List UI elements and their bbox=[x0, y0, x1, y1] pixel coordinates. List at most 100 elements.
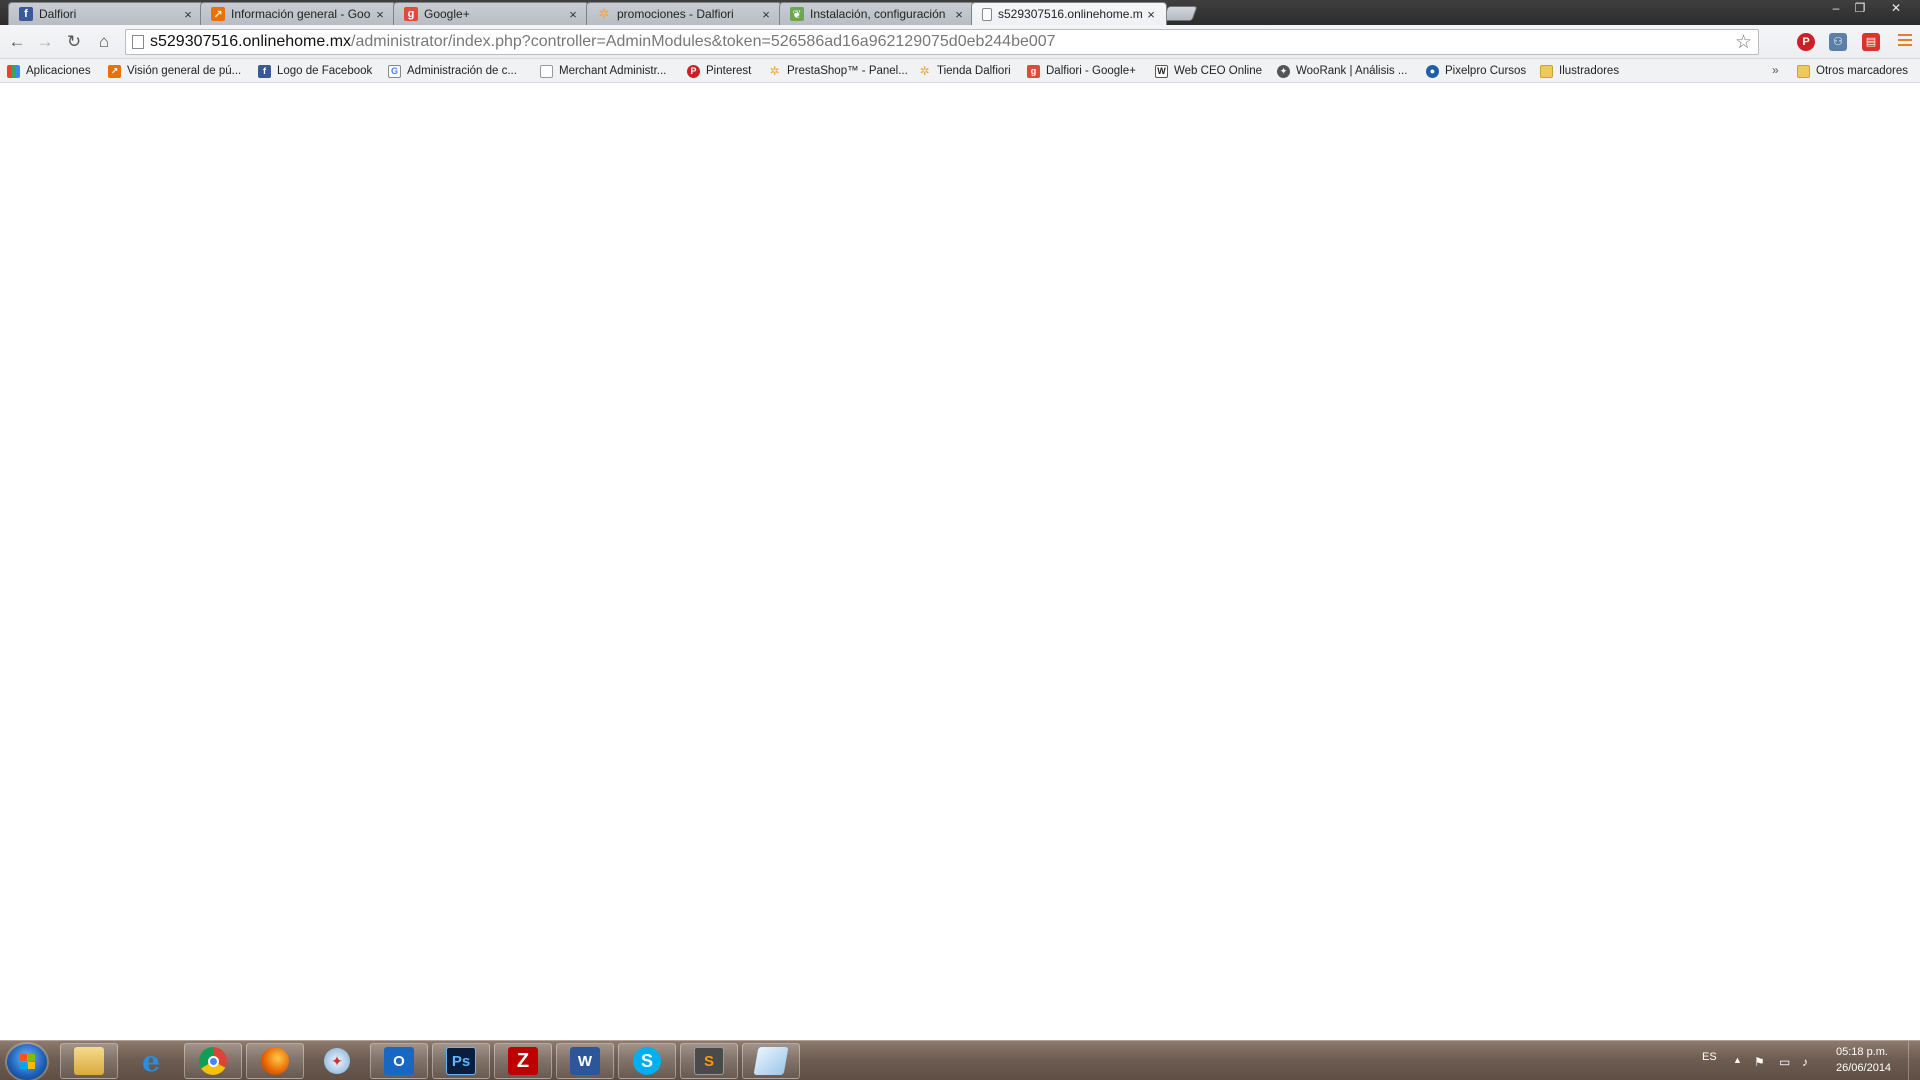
bookmark-otros-marcadores[interactable]: Otros marcadores bbox=[1797, 63, 1908, 79]
close-tab-icon[interactable]: × bbox=[566, 7, 580, 22]
tab-promociones[interactable]: ✲ promociones - Dalfiori × bbox=[586, 2, 782, 25]
home-icon[interactable]: ⌂ bbox=[93, 32, 115, 54]
bookmark-administracion[interactable]: G Administración de c... bbox=[388, 63, 517, 79]
filezilla-icon: Z bbox=[508, 1047, 538, 1075]
google-icon: G bbox=[388, 64, 401, 78]
page-icon bbox=[540, 64, 553, 78]
tab-onlinehome-active[interactable]: s529307516.onlinehome.m × bbox=[971, 2, 1167, 25]
bookmark-tienda-dalfiori[interactable]: ✲ Tienda Dalfiori bbox=[918, 63, 1010, 79]
taskbar-sublime-text[interactable]: S bbox=[680, 1043, 738, 1079]
webceo-icon: W bbox=[1155, 64, 1168, 78]
close-tab-icon[interactable]: × bbox=[181, 7, 195, 22]
word-icon: W bbox=[570, 1047, 600, 1075]
notes-icon bbox=[753, 1047, 789, 1075]
bookmark-label: Pixelpro Cursos bbox=[1445, 65, 1527, 77]
url-path: /administrator/index.php?controller=Admi… bbox=[351, 33, 1056, 50]
tab-dalfiori[interactable]: f Dalfiori × bbox=[8, 2, 204, 25]
start-button[interactable] bbox=[7, 1044, 47, 1080]
tab-strip: f Dalfiori × ↗ Información general - Goo… bbox=[0, 0, 1920, 25]
show-desktop-button[interactable] bbox=[1908, 1041, 1920, 1080]
clock-date[interactable]: 26/06/2014 bbox=[1836, 1062, 1891, 1074]
folder-icon bbox=[1540, 64, 1553, 78]
ie-icon: e bbox=[142, 1044, 160, 1078]
bookmark-vision-general[interactable]: ↗ Visión general de pú... bbox=[108, 63, 241, 79]
folder-icon bbox=[74, 1047, 104, 1075]
close-tab-icon[interactable]: × bbox=[952, 7, 966, 22]
chrome-icon bbox=[199, 1047, 227, 1075]
action-center-flag-icon[interactable]: ⚑ bbox=[1754, 1055, 1765, 1069]
clock-time[interactable]: 05:18 p.m. bbox=[1836, 1046, 1888, 1058]
bookmark-merchant[interactable]: Merchant Administr... bbox=[540, 63, 666, 79]
page-content bbox=[0, 84, 1920, 1040]
leaf-icon: ❦ bbox=[790, 7, 804, 21]
taskbar-skype[interactable]: S bbox=[618, 1043, 676, 1079]
firefox-icon bbox=[261, 1047, 289, 1075]
facebook-icon: f bbox=[258, 64, 271, 78]
close-tab-icon[interactable]: × bbox=[373, 7, 387, 22]
forward-arrow-icon[interactable]: → bbox=[34, 32, 56, 54]
tab-instalacion[interactable]: ❦ Instalación, configuración × bbox=[779, 2, 975, 25]
taskbar-outlook[interactable]: O bbox=[370, 1043, 428, 1079]
close-tab-icon[interactable]: × bbox=[1144, 7, 1158, 22]
bookmark-label: Dalfiori - Google+ bbox=[1046, 65, 1136, 77]
tab-informacion-general[interactable]: ↗ Información general - Goo × bbox=[200, 2, 396, 25]
bookmark-ilustradores[interactable]: Ilustradores bbox=[1540, 63, 1619, 79]
bookmark-label: Administración de c... bbox=[407, 65, 517, 77]
bookmark-web-ceo[interactable]: W Web CEO Online bbox=[1155, 63, 1262, 79]
tab-title: Instalación, configuración bbox=[810, 7, 946, 21]
network-icon[interactable]: ▭ bbox=[1779, 1055, 1790, 1069]
outlook-icon: O bbox=[384, 1047, 414, 1075]
close-icon[interactable]: ✕ bbox=[1884, 0, 1908, 18]
tab-title: s529307516.onlinehome.m bbox=[998, 7, 1143, 21]
woorank-icon: ✦ bbox=[1277, 64, 1290, 78]
taskbar-notes[interactable] bbox=[742, 1043, 800, 1079]
bookmark-logo-facebook[interactable]: f Logo de Facebook bbox=[258, 63, 372, 79]
taskbar-safari[interactable]: ✦ bbox=[308, 1043, 366, 1079]
tab-title: Dalfiori bbox=[39, 7, 77, 21]
bookmark-label: Visión general de pú... bbox=[127, 65, 242, 77]
extension-red-icon[interactable]: ▤ bbox=[1862, 33, 1880, 51]
apps-grid-icon bbox=[7, 64, 20, 78]
google-plus-icon: g bbox=[1027, 64, 1040, 78]
bookmarks-overflow-icon[interactable]: » bbox=[1772, 63, 1779, 77]
taskbar-word[interactable]: W bbox=[556, 1043, 614, 1079]
bookmark-label: WooRank | Análisis ... bbox=[1296, 65, 1408, 77]
chrome-menu-icon[interactable] bbox=[1898, 34, 1912, 49]
taskbar-chrome[interactable] bbox=[184, 1043, 242, 1079]
taskbar-photoshop[interactable]: Ps bbox=[432, 1043, 490, 1079]
bookmark-aplicaciones[interactable]: Aplicaciones bbox=[7, 63, 91, 79]
photoshop-icon: Ps bbox=[446, 1047, 476, 1075]
new-tab-button[interactable] bbox=[1162, 6, 1198, 21]
bookmark-pinterest[interactable]: P Pinterest bbox=[687, 63, 751, 79]
volume-icon[interactable]: ♪ bbox=[1802, 1055, 1808, 1069]
minimize-icon[interactable]: – bbox=[1824, 0, 1848, 18]
bookmark-label: Web CEO Online bbox=[1174, 65, 1262, 77]
extension-user-icon[interactable]: ⚇ bbox=[1829, 33, 1847, 51]
restore-icon[interactable]: ❐ bbox=[1848, 0, 1872, 18]
compass-icon: ✦ bbox=[324, 1048, 350, 1074]
sublime-icon: S bbox=[694, 1047, 724, 1075]
taskbar-filezilla[interactable]: Z bbox=[494, 1043, 552, 1079]
windows-logo-icon bbox=[20, 1054, 36, 1070]
reload-icon[interactable]: ↻ bbox=[63, 32, 85, 54]
show-hidden-icons-icon[interactable]: ▲ bbox=[1733, 1055, 1742, 1065]
taskbar-file-explorer[interactable] bbox=[60, 1043, 118, 1079]
bookmark-prestashop-panel[interactable]: ✲ PrestaShop™ - Panel... bbox=[768, 63, 908, 79]
language-indicator[interactable]: ES bbox=[1702, 1051, 1717, 1063]
pinterest-icon: P bbox=[687, 64, 700, 78]
bookmark-star-icon[interactable]: ☆ bbox=[1735, 31, 1752, 54]
tab-title: Información general - Goo bbox=[231, 7, 371, 21]
bookmark-woorank[interactable]: ✦ WooRank | Análisis ... bbox=[1277, 63, 1407, 79]
tab-google-plus[interactable]: g Google+ × bbox=[393, 2, 589, 25]
bookmark-label: PrestaShop™ - Panel... bbox=[787, 65, 908, 77]
page-icon bbox=[982, 7, 992, 21]
close-tab-icon[interactable]: × bbox=[759, 7, 773, 22]
bookmark-dalfiori-google-plus[interactable]: g Dalfiori - Google+ bbox=[1027, 63, 1136, 79]
taskbar-firefox[interactable] bbox=[246, 1043, 304, 1079]
pixelpro-icon: ● bbox=[1426, 64, 1439, 78]
pinterest-icon[interactable]: P bbox=[1797, 33, 1815, 51]
bookmark-pixelpro[interactable]: ● Pixelpro Cursos bbox=[1426, 63, 1526, 79]
taskbar-internet-explorer[interactable]: e bbox=[122, 1043, 180, 1079]
back-arrow-icon[interactable]: ← bbox=[6, 32, 28, 54]
address-bar[interactable]: s529307516.onlinehome.mx/administrator/i… bbox=[125, 29, 1759, 55]
